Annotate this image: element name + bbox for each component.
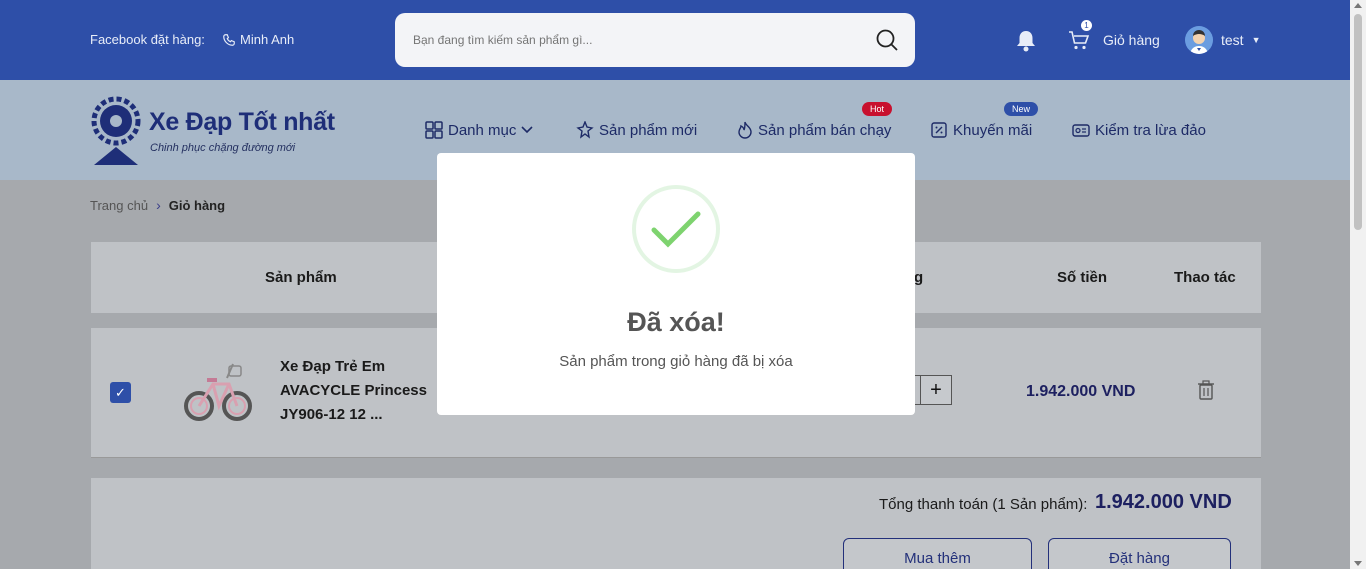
contact-name: Minh Anh (240, 32, 295, 47)
nav-promotions-label: Khuyến mãi (953, 121, 1033, 139)
cart-summary: Tổng thanh toán (1 Sản phẩm): 1.942.000 … (91, 478, 1261, 569)
top-header: Facebook đặt hàng: Minh Anh 1 Giỏ hàng t… (0, 0, 1350, 80)
brand-logo[interactable]: Xe Đạp Tốt nhất Chinh phục chặng đường m… (90, 95, 335, 167)
deleted-success-dialog: Đã xóa! Sản phẩm trong giỏ hàng đã bị xó… (437, 153, 915, 415)
cart-icon: 1 (1067, 20, 1092, 52)
scrollbar-thumb[interactable] (1354, 14, 1362, 230)
id-card-icon (1072, 124, 1090, 137)
user-name: test (1221, 32, 1244, 48)
fire-icon (738, 121, 752, 139)
total-label: Tổng thanh toán (1 Sản phẩm): (879, 496, 1088, 513)
column-actions: Thao tác (1174, 269, 1236, 286)
brand-name: Xe Đạp Tốt nhất (149, 108, 335, 136)
search-icon[interactable] (875, 28, 899, 52)
new-badge: New (1004, 102, 1039, 116)
column-quantity: g (914, 269, 924, 286)
chevron-down-icon (521, 126, 533, 134)
cart-label: Giỏ hàng (1103, 32, 1160, 48)
facebook-order-label: Facebook đặt hàng: (90, 32, 205, 47)
row-price: 1.942.000 VND (1026, 383, 1136, 400)
search-input[interactable] (413, 13, 853, 67)
scroll-up-icon[interactable] (1354, 3, 1362, 8)
nav-categories[interactable]: Danh mục (425, 121, 533, 139)
bicycle-gear-logo-icon (91, 96, 141, 165)
scroll-down-icon[interactable] (1354, 561, 1362, 566)
breadcrumb-separator: › (156, 197, 161, 213)
nav-categories-label: Danh mục (448, 121, 517, 139)
quantity-plus-button[interactable]: + (920, 375, 952, 405)
dialog-message: Sản phẩm trong giỏ hàng đã bị xóa (559, 353, 793, 370)
phone-icon (223, 33, 235, 46)
success-check-icon (632, 185, 720, 273)
product-name[interactable]: Xe Đạp Trẻ Em AVACYCLE Princess JY906-12… (280, 355, 430, 427)
brand-slogan: Chinh phục chặng đường mới (150, 142, 296, 154)
bell-icon[interactable] (1015, 29, 1037, 53)
page-scrollbar[interactable] (1350, 0, 1366, 569)
contact-link[interactable]: Minh Anh (222, 32, 294, 47)
column-amount: Số tiền (1057, 269, 1108, 286)
user-menu[interactable]: test ▼ (1185, 26, 1261, 54)
row-checkbox[interactable]: ✓ (110, 382, 131, 403)
ticket-icon (931, 122, 947, 138)
sparkle-icon (576, 121, 594, 139)
place-order-button[interactable]: Đặt hàng (1048, 538, 1231, 569)
nav-promotions[interactable]: Khuyến mãi (930, 121, 1032, 139)
nav-new-products-label: Sản phẩm mới (599, 121, 698, 139)
search-bar (395, 13, 915, 67)
avatar (1185, 26, 1213, 54)
grid-icon (425, 121, 443, 139)
nav-best-sellers[interactable]: Sản phẩm bán chạy (737, 121, 891, 139)
nav-fraud-check[interactable]: Kiểm tra lừa đảo (1072, 121, 1206, 139)
nav-new-products[interactable]: Sản phẩm mới (576, 121, 697, 139)
buy-more-button[interactable]: Mua thêm (843, 538, 1032, 569)
breadcrumb-home[interactable]: Trang chủ (90, 198, 148, 213)
nav-best-sellers-label: Sản phẩm bán chạy (758, 121, 892, 139)
dialog-title: Đã xóa! (627, 307, 725, 337)
nav-fraud-check-label: Kiểm tra lừa đảo (1095, 121, 1206, 139)
breadcrumb-current: Giỏ hàng (168, 197, 226, 213)
breadcrumb: Trang chủ › Giỏ hàng (90, 197, 225, 213)
column-product: Sản phẩm (265, 269, 337, 286)
cart-count-badge: 1 (1081, 20, 1092, 31)
cart-link[interactable]: 1 Giỏ hàng (1067, 20, 1160, 52)
chevron-down-icon: ▼ (1251, 35, 1261, 45)
hot-badge: Hot (862, 102, 893, 116)
total-value: 1.942.000 VND (1095, 491, 1232, 513)
product-image[interactable] (183, 348, 253, 432)
trash-icon[interactable] (1198, 380, 1214, 400)
